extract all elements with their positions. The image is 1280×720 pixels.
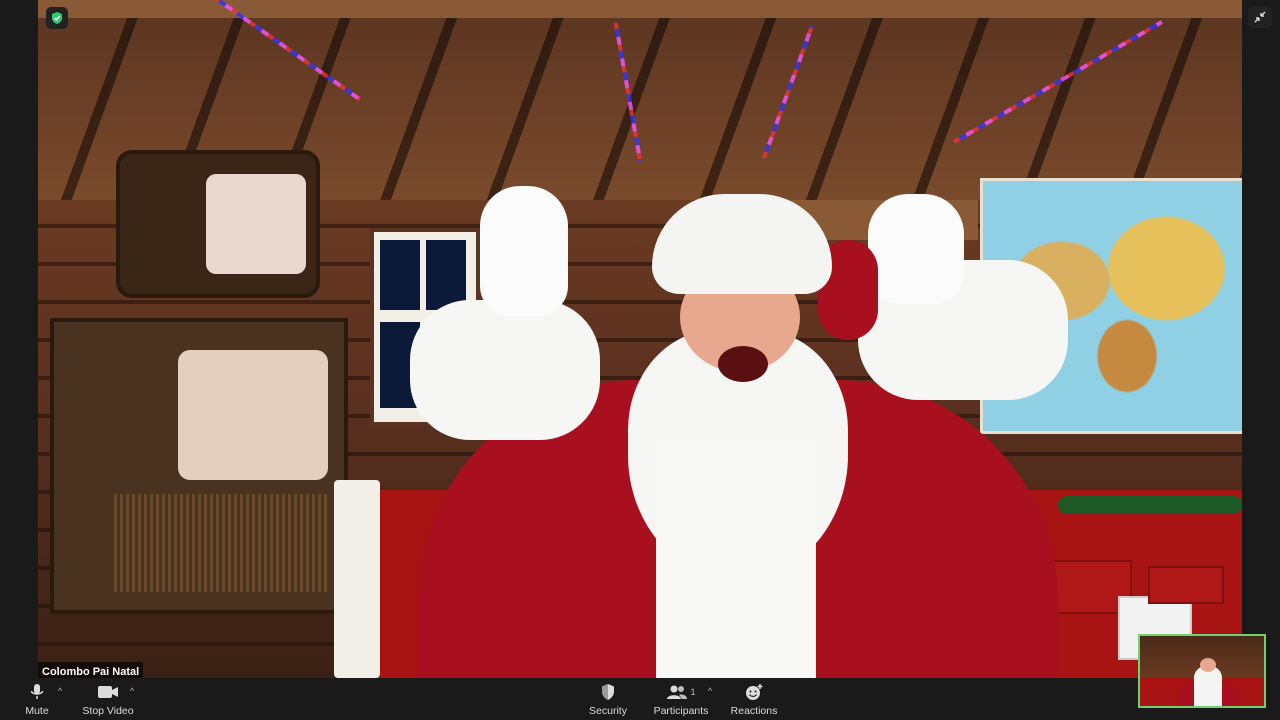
video-stage: Colombo Pai Natal [0, 0, 1280, 682]
shield-check-icon[interactable] [46, 7, 68, 29]
stop-video-button[interactable]: Stop Video [82, 682, 134, 718]
main-video-feed [38, 0, 1242, 678]
microphone-icon [29, 682, 45, 702]
reactions-button[interactable]: Reactions [730, 682, 778, 718]
mute-options-chevron-up-icon[interactable]: ^ [58, 686, 62, 696]
retro-tv-top [116, 150, 320, 298]
santa-mouth [718, 346, 768, 382]
retro-tv-console [50, 318, 348, 614]
security-label: Security [589, 705, 627, 717]
self-view-beard [1194, 666, 1222, 706]
participants-options-chevron-up-icon[interactable]: ^ [708, 686, 712, 696]
reactions-label: Reactions [730, 705, 778, 717]
smiley-plus-icon [744, 682, 764, 702]
santa-sleeve-left [410, 300, 600, 440]
security-button[interactable]: Security [588, 682, 628, 718]
people-icon: 1 [666, 682, 696, 702]
scroll-paper [334, 480, 380, 678]
video-camera-icon [97, 682, 119, 702]
video-options-chevron-up-icon[interactable]: ^ [130, 686, 134, 696]
santa-glove-left [480, 186, 568, 316]
santa-glove-right [868, 194, 964, 304]
stop-video-label: Stop Video [82, 705, 134, 717]
participant-count: 1 [690, 687, 696, 697]
mute-button[interactable]: Mute [22, 682, 52, 718]
gift-box [1148, 566, 1224, 604]
participants-button[interactable]: 1 Participants [652, 682, 710, 718]
shield-icon [600, 682, 616, 702]
self-view-face [1200, 658, 1216, 672]
meeting-toolbar: Mute ^ Stop Video ^ Security 1 Participa… [0, 678, 1280, 720]
mute-label: Mute [25, 705, 49, 717]
self-view-thumbnail[interactable] [1138, 634, 1266, 708]
participants-label: Participants [653, 705, 709, 717]
santa-coat-trim [656, 440, 816, 678]
minimize-icon[interactable] [1248, 6, 1272, 28]
garland [1058, 496, 1242, 514]
